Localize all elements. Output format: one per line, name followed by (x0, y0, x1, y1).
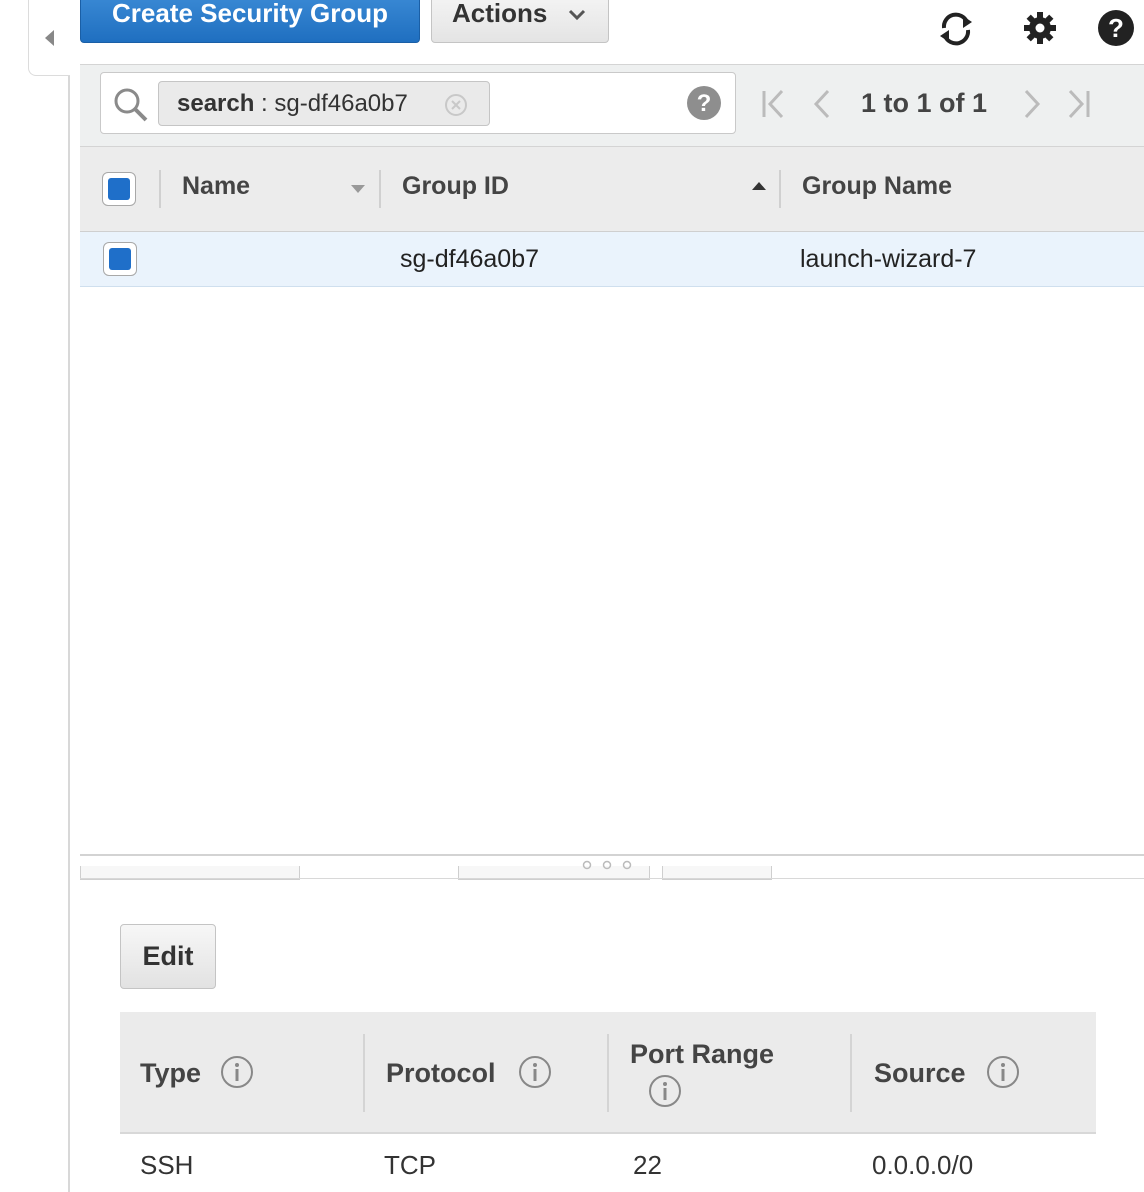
info-icon[interactable] (648, 1074, 682, 1108)
pane-splitter[interactable] (80, 854, 1144, 856)
column-divider (850, 1034, 852, 1112)
column-header-group-name[interactable]: Group Name (802, 172, 952, 201)
next-page-icon[interactable] (1020, 88, 1044, 120)
select-all-checkbox[interactable] (102, 172, 136, 206)
search-token-key: search (177, 90, 255, 117)
rules-header-source: Source (874, 1058, 966, 1088)
column-divider (363, 1034, 365, 1112)
column-divider (379, 170, 381, 208)
column-divider (779, 170, 781, 208)
left-rail-divider (68, 76, 70, 1192)
last-page-icon[interactable] (1064, 88, 1092, 120)
edit-button[interactable]: Edit (120, 924, 216, 989)
cell-group-name: launch-wizard-7 (800, 245, 977, 273)
search-filter-token[interactable]: search : sg-df46a0b7 (158, 81, 490, 126)
search-icon (114, 88, 148, 122)
clear-icon[interactable] (444, 93, 468, 117)
row-checkbox[interactable] (103, 242, 137, 276)
splitter-underline (80, 878, 1144, 879)
chevron-down-icon (568, 9, 586, 21)
refresh-icon[interactable] (936, 8, 976, 48)
column-header-group-id[interactable]: Group ID (402, 172, 509, 201)
rule-cell-port-range: 22 (633, 1150, 662, 1180)
drag-handle-icon[interactable] (580, 860, 634, 870)
actions-label: Actions (452, 0, 548, 28)
column-divider (159, 170, 161, 208)
collapse-sidebar-button[interactable] (28, 0, 70, 76)
gear-icon[interactable] (1020, 8, 1060, 48)
sort-down-icon[interactable] (350, 184, 366, 194)
rule-cell-source: 0.0.0.0/0 (872, 1150, 974, 1180)
cell-group-id: sg-df46a0b7 (400, 245, 540, 273)
svg-text:?: ? (1108, 13, 1124, 43)
prev-page-icon[interactable] (810, 88, 834, 120)
table-row[interactable] (80, 232, 1144, 287)
first-page-icon[interactable] (760, 88, 788, 120)
info-icon[interactable] (986, 1055, 1020, 1089)
rule-cell-protocol: TCP (384, 1150, 436, 1180)
create-security-group-button[interactable]: Create Security Group (80, 0, 420, 43)
info-icon[interactable] (220, 1055, 254, 1089)
actions-dropdown[interactable]: Actions (431, 0, 609, 43)
pagination-summary: 1 to 1 of 1 (861, 88, 988, 118)
rule-cell-type: SSH (140, 1150, 194, 1180)
column-header-name[interactable]: Name (182, 172, 250, 201)
column-divider (607, 1034, 609, 1112)
collapse-arrow-icon (45, 30, 54, 46)
rules-header-port-range: Port Range (630, 1039, 775, 1069)
svg-text:?: ? (697, 90, 712, 117)
sort-up-icon[interactable] (751, 181, 767, 191)
search-token-value: sg-df46a0b7 (274, 90, 408, 117)
rules-header-protocol: Protocol (386, 1058, 496, 1088)
info-icon[interactable] (518, 1055, 552, 1089)
search-help-icon[interactable]: ? (686, 85, 722, 121)
help-icon[interactable]: ? (1096, 8, 1136, 48)
rules-header-type: Type (140, 1058, 202, 1088)
search-token-separator: : (254, 90, 275, 117)
